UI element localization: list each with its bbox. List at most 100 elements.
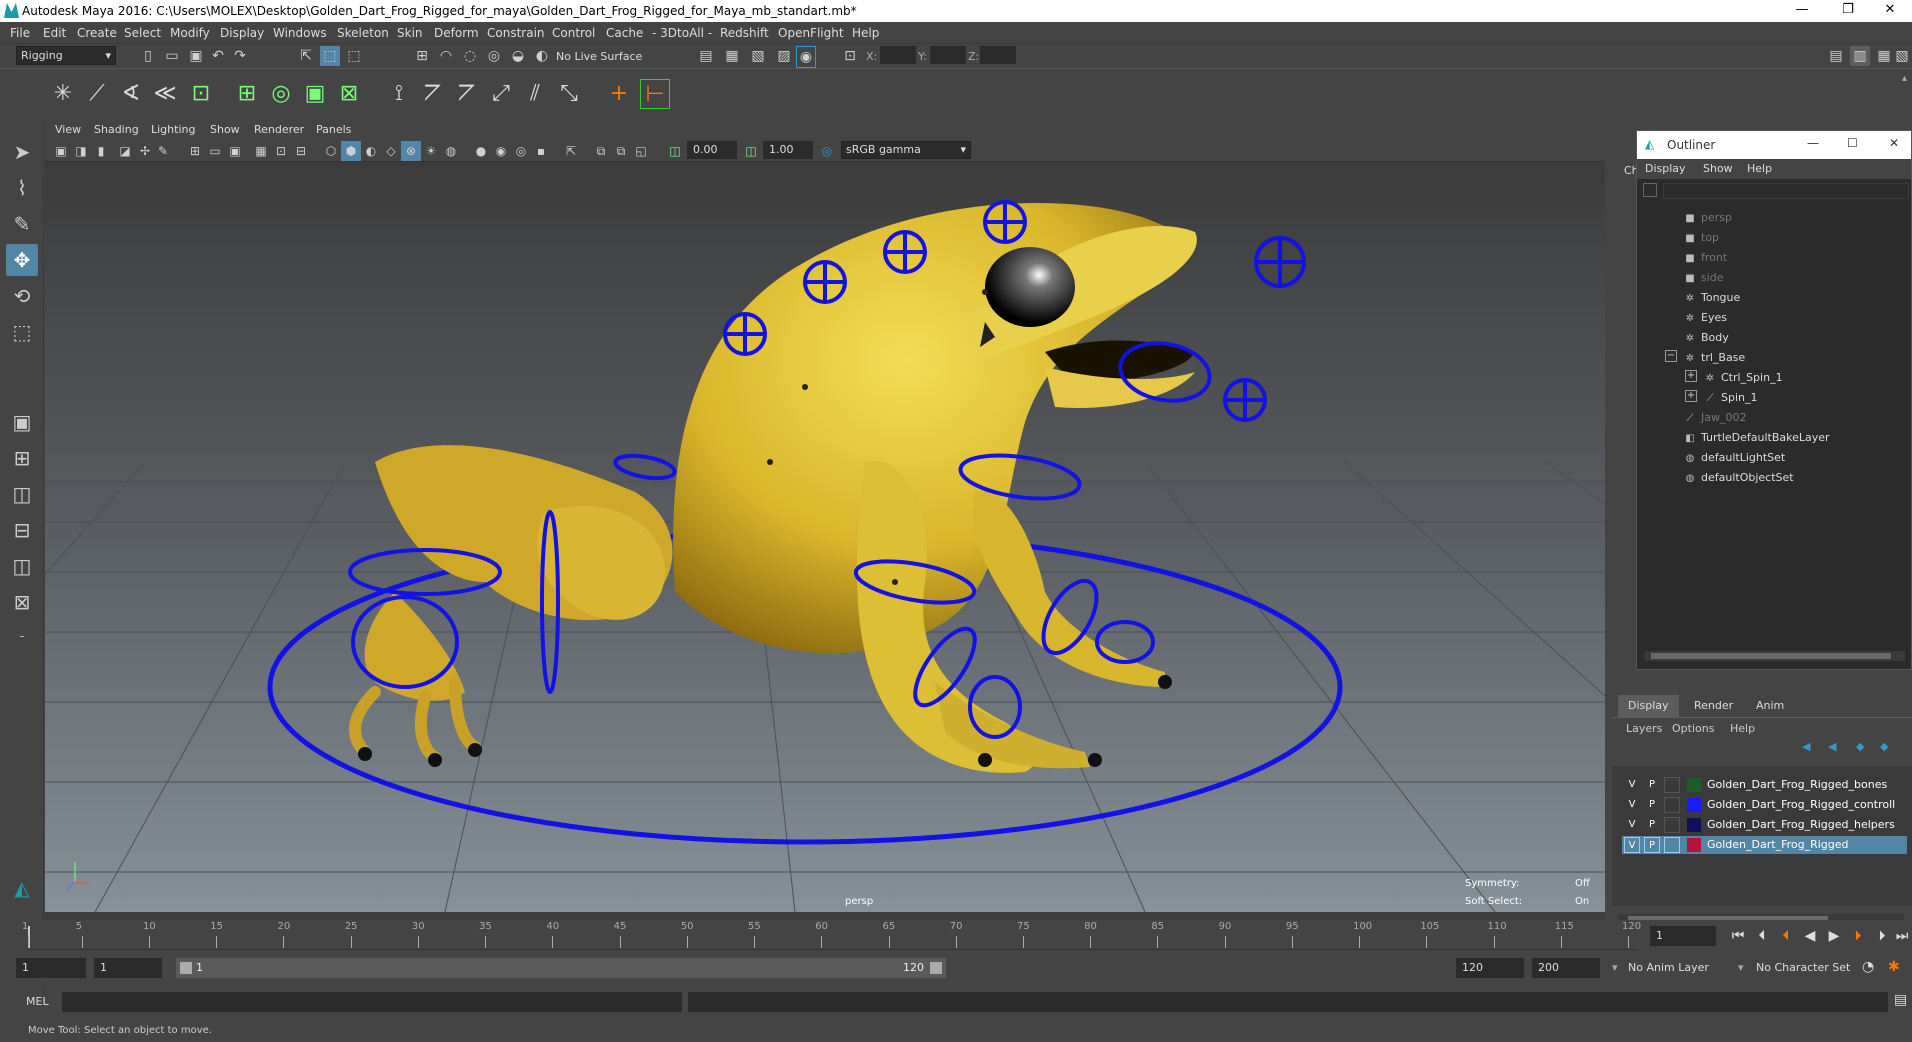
new-scene-icon[interactable]: ▯ — [138, 46, 158, 66]
gamma-icon[interactable]: ◫ — [741, 141, 761, 161]
ik-handle-icon[interactable]: ∢ — [116, 79, 146, 109]
outliner-close-button[interactable]: ✕ — [1889, 136, 1899, 150]
shadows-icon[interactable]: ☀ — [421, 141, 441, 161]
expand-icon[interactable]: + — [1685, 370, 1697, 382]
range-end-handle[interactable] — [930, 962, 942, 974]
z-field[interactable] — [980, 46, 1016, 64]
preferences-icon[interactable]: ✱ — [1888, 959, 1900, 975]
menu-modify[interactable]: Modify — [170, 26, 210, 40]
layers-help-menu[interactable]: Help — [1730, 722, 1755, 735]
tab-display[interactable]: Display — [1618, 695, 1679, 717]
outliner-menu-show[interactable]: Show — [1703, 162, 1733, 175]
visibility-toggle[interactable]: V — [1624, 797, 1640, 813]
ipr-render-icon[interactable]: ▧ — [748, 46, 768, 66]
new-layer-icon[interactable]: ◆ — [1856, 740, 1864, 753]
four-view-icon[interactable]: ⊞ — [6, 442, 38, 474]
screen-space-ao-icon[interactable]: ◍ — [441, 141, 461, 161]
exposure-field[interactable]: 0.00 — [687, 141, 737, 159]
mel-label[interactable]: MEL — [26, 995, 49, 1008]
outliner-menu-display[interactable]: Display — [1645, 162, 1686, 175]
character-set-label[interactable]: No Character Set — [1756, 961, 1850, 974]
menu-skeleton[interactable]: Skeleton — [337, 26, 389, 40]
film-gate-icon[interactable]: ▭ — [205, 141, 225, 161]
render-view-icon[interactable]: ▦ — [722, 46, 742, 66]
outliner-filter-icon[interactable] — [1643, 183, 1657, 197]
menu-display[interactable]: Display — [220, 26, 264, 40]
close-button[interactable]: ✕ — [1868, 0, 1912, 22]
maximize-button[interactable]: ❐ — [1826, 0, 1870, 22]
outliner-item[interactable]: ■ side — [1683, 271, 1723, 284]
mirror-weights-icon[interactable]: ⤢ — [486, 79, 516, 109]
layer-row[interactable]: V P Golden_Dart_Frog_Rigged_bones — [1622, 776, 1907, 794]
backface-icon[interactable]: ◱ — [631, 141, 651, 161]
rotate-tool-icon[interactable]: ⟲ — [6, 280, 38, 312]
move-layer-down-icon[interactable]: ◀ — [1828, 740, 1836, 753]
vp-menu-show[interactable]: Show — [210, 123, 240, 136]
minimize-button[interactable]: — — [1780, 0, 1824, 22]
grease-pencil-icon[interactable]: ✎ — [153, 141, 173, 161]
point-constraint-icon[interactable]: + — [604, 79, 634, 109]
outliner-maximize-button[interactable]: ☐ — [1847, 136, 1858, 150]
outliner-item[interactable]: ✲ trl_Base — [1683, 351, 1745, 364]
menu-skin[interactable]: Skin — [397, 26, 423, 40]
3d-viewport[interactable]: persp Symmetry: Off Soft Select: On — [45, 162, 1605, 912]
outliner-item[interactable]: ✲ Tongue — [1683, 291, 1740, 304]
layer-color-swatch[interactable] — [1687, 838, 1701, 852]
smooth-skin-icon[interactable]: ⦢ — [418, 79, 448, 109]
vp-menu-view[interactable]: View — [55, 123, 81, 136]
depth-of-field-icon[interactable]: ◎ — [511, 141, 531, 161]
step-forward-icon[interactable]: ⏵ — [1872, 928, 1892, 944]
scroll-thumb[interactable] — [1651, 653, 1891, 659]
input-mode-icon[interactable]: ⊡ — [840, 46, 860, 66]
vp-menu-shading[interactable]: Shading — [94, 123, 139, 136]
layer-row[interactable]: V P Golden_Dart_Frog_Rigged_helpers — [1622, 816, 1907, 834]
auto-key-icon[interactable]: ◔ — [1862, 959, 1874, 975]
lattice-icon[interactable]: ◎ — [266, 79, 296, 109]
color-management-icon[interactable]: ◎ — [817, 141, 837, 161]
hypershade-icon[interactable]: ◉ — [796, 46, 816, 68]
gate-mask-icon[interactable]: ▦ — [251, 141, 271, 161]
move-layer-up-icon[interactable]: ◀ — [1802, 740, 1810, 753]
paint-weights-icon[interactable]: ⦢ — [452, 79, 482, 109]
outliner-hscrollbar[interactable] — [1645, 651, 1905, 661]
go-to-start-icon[interactable]: ⏮ — [1728, 928, 1748, 944]
vp-menu-renderer[interactable]: Renderer — [254, 123, 304, 136]
attribute-editor-icon[interactable]: ▥ — [1850, 46, 1870, 66]
snap-grid-icon[interactable]: ⊞ — [412, 46, 432, 66]
select-hierarchy-icon[interactable]: ⇱ — [296, 46, 316, 66]
anim-layer-label[interactable]: No Anim Layer — [1628, 961, 1709, 974]
outliner-item[interactable]: ■ top — [1683, 231, 1719, 244]
ik-spline-icon[interactable]: ≪ — [150, 79, 180, 109]
outliner-menu-help[interactable]: Help — [1747, 162, 1772, 175]
menu-constrain[interactable]: Constrain — [487, 26, 545, 40]
live-surface-label[interactable]: No Live Surface — [556, 50, 642, 63]
detach-skin-icon[interactable]: ⤡ — [554, 79, 584, 109]
outliner-item[interactable]: ✲ Body — [1683, 331, 1729, 344]
menu-cache[interactable]: Cache — [606, 26, 643, 40]
scale-tool-icon[interactable]: ⬚ — [6, 316, 38, 348]
command-input[interactable] — [62, 992, 682, 1012]
use-all-lights-icon[interactable]: ⊗ — [401, 141, 421, 161]
layers-menu[interactable]: Layers — [1626, 722, 1662, 735]
tool-settings-icon[interactable]: ▦ — [1874, 46, 1894, 66]
play-backward-icon[interactable]: ◀ — [1800, 928, 1820, 944]
move-tool-icon[interactable]: ✥ — [6, 244, 38, 276]
side-by-side-icon[interactable]: ◫ — [6, 478, 38, 510]
paint-select-icon[interactable]: ✎ — [6, 208, 38, 240]
chevron-down-icon[interactable]: ▾ — [1612, 961, 1618, 974]
vp-menu-panels[interactable]: Panels — [316, 123, 351, 136]
y-field[interactable] — [930, 46, 966, 64]
outliner-item[interactable]: ◧ TurtleDefaultBakeLayer — [1683, 431, 1829, 444]
playback-start-field[interactable]: 1 — [94, 958, 162, 978]
snap-surface-icon[interactable]: ◒ — [508, 46, 528, 66]
outliner-item[interactable]: ✲ Ctrl_Spin_1 — [1703, 371, 1783, 384]
modeling-toolkit-icon[interactable]: ▤ — [1826, 46, 1846, 66]
hypershade-layout-icon[interactable]: ⊠ — [6, 586, 38, 618]
playback-toggle[interactable]: P — [1644, 777, 1660, 793]
field-chart-icon[interactable]: ⊡ — [271, 141, 291, 161]
resolution-gate-icon[interactable]: ▣ — [225, 141, 245, 161]
script-editor-icon[interactable]: ▤ — [1894, 992, 1907, 1008]
multisample-icon[interactable]: ◉ — [491, 141, 511, 161]
redo-icon[interactable]: ↷ — [230, 46, 250, 66]
shelf-scroll-icon[interactable]: ▴ — [1902, 73, 1907, 84]
